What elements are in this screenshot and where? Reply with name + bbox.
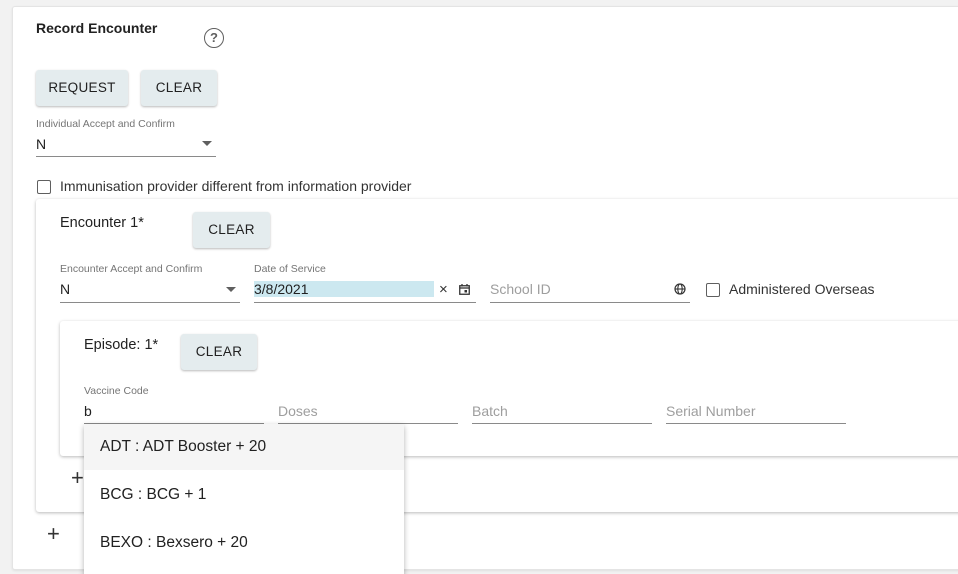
provider-different-checkbox[interactable] xyxy=(37,180,51,194)
individual-accept-label: Individual Accept and Confirm xyxy=(36,118,175,130)
clear-button[interactable]: CLEAR xyxy=(141,70,217,106)
vaccine-option-bcg[interactable]: BCG : BCG + 1 xyxy=(84,472,404,518)
encounter-title: Encounter 1* xyxy=(60,215,144,231)
encounter-accept-label: Encounter Accept and Confirm xyxy=(60,263,203,275)
date-of-service-underline xyxy=(254,302,476,303)
serial-number-underline xyxy=(666,423,846,424)
vaccine-code-input[interactable]: b xyxy=(84,403,92,419)
vaccine-code-dropdown: ADT : ADT Booster + 20 BCG : BCG + 1 BEX… xyxy=(84,424,404,574)
batch-input[interactable]: Batch xyxy=(472,403,508,419)
school-id-input[interactable]: School ID xyxy=(490,281,551,297)
page-title: Record Encounter xyxy=(36,20,158,36)
provider-different-label: Immunisation provider different from inf… xyxy=(60,178,412,194)
encounter-accept-underline xyxy=(60,302,240,303)
chevron-down-icon[interactable] xyxy=(202,141,212,146)
administered-overseas-label: Administered Overseas xyxy=(729,281,875,297)
date-of-service-label: Date of Service xyxy=(254,263,326,275)
globe-icon[interactable] xyxy=(674,283,686,295)
episode-clear-button[interactable]: CLEAR xyxy=(181,334,257,370)
chevron-down-icon[interactable] xyxy=(226,287,236,292)
episode-title: Episode: 1* xyxy=(84,337,159,353)
doses-input[interactable]: Doses xyxy=(278,403,318,419)
vaccine-code-label: Vaccine Code xyxy=(84,385,149,397)
administered-overseas-checkbox[interactable] xyxy=(706,283,720,297)
record-encounter-page: Record Encounter ? REQUEST CLEAR Individ… xyxy=(0,0,958,574)
batch-underline xyxy=(472,423,652,424)
individual-accept-underline xyxy=(36,156,216,157)
school-id-underline xyxy=(490,302,690,303)
request-button[interactable]: REQUEST xyxy=(36,70,128,106)
vaccine-option-adt[interactable]: ADT : ADT Booster + 20 xyxy=(84,424,404,470)
individual-accept-value[interactable]: N xyxy=(36,136,46,152)
encounter-accept-value[interactable]: N xyxy=(60,281,70,297)
encounter-clear-button[interactable]: CLEAR xyxy=(193,212,270,248)
add-encounter-icon[interactable]: + xyxy=(47,523,60,545)
date-of-service-input[interactable]: 3/8/2021 xyxy=(254,281,309,297)
vaccine-option-bexo[interactable]: BEXO : Bexsero + 20 xyxy=(84,520,404,566)
add-episode-icon[interactable]: + xyxy=(71,467,84,489)
clear-date-icon[interactable]: × xyxy=(439,282,448,297)
calendar-icon[interactable] xyxy=(459,284,470,295)
serial-number-input[interactable]: Serial Number xyxy=(666,403,755,419)
help-icon[interactable]: ? xyxy=(204,28,224,48)
